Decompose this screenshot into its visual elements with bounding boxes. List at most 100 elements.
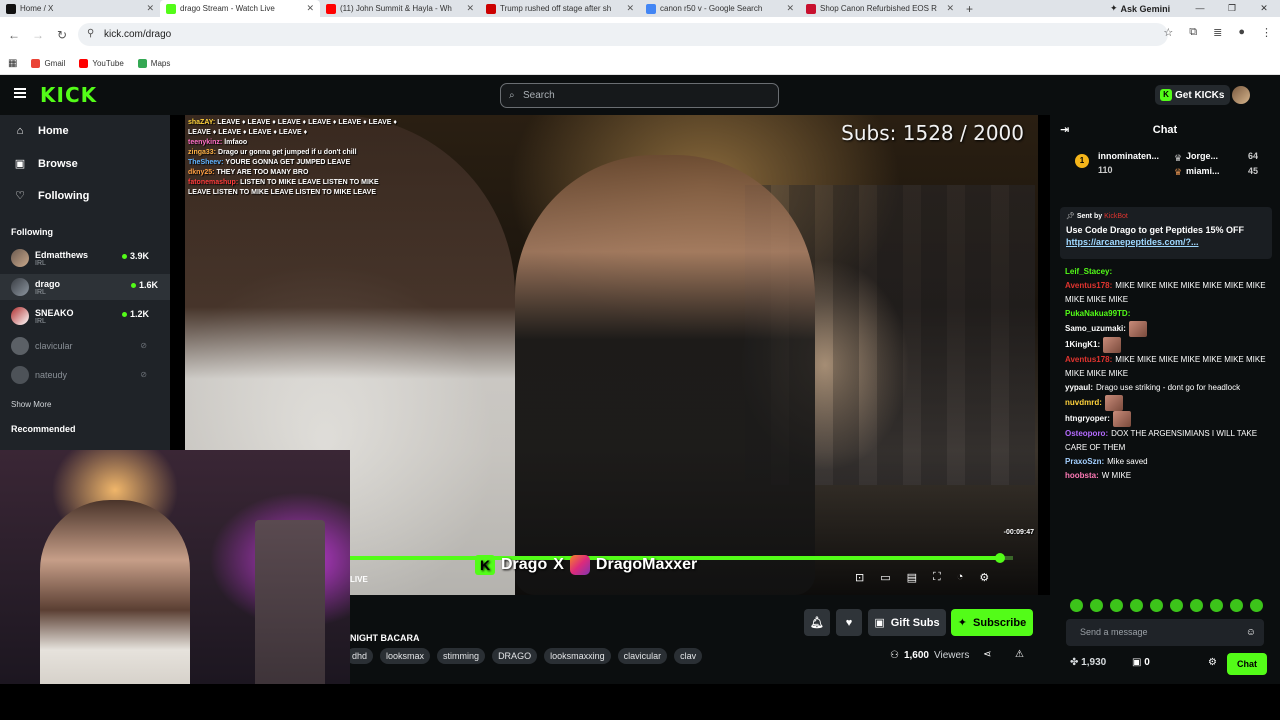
kick-logo[interactable]: KICK [40, 83, 97, 107]
sidebar-channel-clavicular[interactable]: clavicular ⊘ [11, 333, 161, 359]
browser-tab[interactable]: canon r50 v - Google Search ✕ [640, 0, 800, 17]
nav-browse[interactable]: ▣ Browse [14, 157, 78, 171]
close-tab-icon[interactable]: ✕ [306, 3, 314, 14]
fullscreen-icon[interactable]: ⛶ [933, 571, 941, 584]
show-more-link[interactable]: Show More [11, 400, 51, 409]
forward-icon[interactable]: → [26, 28, 50, 42]
close-tab-icon[interactable]: ✕ [626, 3, 634, 14]
leader-name[interactable]: innominaten... [1098, 151, 1159, 161]
emote-icon[interactable] [1250, 599, 1263, 612]
playback-rate-icon[interactable]: ◔ [957, 571, 964, 584]
tag[interactable]: clavicular [617, 648, 668, 664]
chat-username[interactable]: 1KingK1: [1065, 340, 1100, 349]
collapse-chat-icon[interactable]: ⇥ [1060, 115, 1069, 145]
tag[interactable]: looksmaxxing [544, 648, 611, 664]
emote-icon[interactable] [1070, 599, 1083, 612]
emote-icon[interactable] [1110, 599, 1123, 612]
emote-icon[interactable] [1090, 599, 1103, 612]
new-tab-button[interactable]: + [960, 2, 979, 16]
bookmark-gmail[interactable]: Gmail [31, 58, 65, 68]
picture-in-picture-icon[interactable]: ▤ [907, 571, 917, 584]
close-tab-icon[interactable]: ✕ [466, 3, 474, 14]
chat-username[interactable]: htngryoper: [1065, 414, 1110, 423]
bookmark-youtube[interactable]: YouTube [79, 58, 124, 68]
sidebar-channel-sneako[interactable]: SNEAKO IRL 1.2K [11, 303, 161, 329]
tag[interactable]: clav [674, 648, 703, 664]
theater-mode-icon[interactable]: ▭ [880, 571, 890, 584]
live-indicator[interactable]: LIVE [350, 575, 368, 584]
cast-icon[interactable]: ⧉ [1189, 26, 1197, 39]
hamburger-menu-icon[interactable] [14, 88, 26, 98]
notification-bell-button[interactable]: 🔔︎ [804, 609, 830, 636]
subscribe-button[interactable]: ✦ Subscribe [951, 609, 1033, 636]
seek-bar-handle[interactable] [994, 553, 1005, 563]
gift-subs-button[interactable]: ▣ Gift Subs [868, 609, 946, 636]
pinned-message[interactable]: 📌︎ Sent by KickBot Use Code Drago to get… [1060, 207, 1272, 259]
emote-icon[interactable] [1130, 599, 1143, 612]
chat-username[interactable]: yypaul: [1065, 383, 1093, 392]
url-field[interactable]: ⚲ kick.com/drago [78, 23, 1168, 46]
nav-following[interactable]: ♡ Following [14, 189, 89, 203]
restore-icon[interactable]: ❐ [1216, 0, 1248, 17]
sidebar-channel-drago[interactable]: drago IRL 1.6K [0, 274, 170, 300]
follow-heart-button[interactable]: ♥ [836, 609, 862, 636]
chat-username[interactable]: PraxoSzn: [1065, 457, 1104, 466]
share-icon[interactable]: ⋖ [983, 649, 991, 660]
chat-username[interactable]: nuvdmrd: [1065, 398, 1102, 407]
minimize-icon[interactable]: — [1184, 0, 1216, 17]
close-window-icon[interactable]: ✕ [1248, 0, 1280, 17]
pinned-link[interactable]: https://arcanepeptides.com/?... [1066, 237, 1199, 247]
tag[interactable]: looksmax [380, 648, 431, 664]
browser-tab[interactable]: Home / X ✕ [0, 0, 160, 17]
chat-username[interactable]: Aventus178: [1065, 281, 1112, 290]
emote-icon[interactable] [1150, 599, 1163, 612]
chat-username[interactable]: Leif_Stacey: [1065, 267, 1112, 276]
emote-icon[interactable] [1190, 599, 1203, 612]
user-avatar[interactable] [1232, 86, 1250, 104]
tag[interactable]: stimming [437, 648, 486, 664]
emote-icon[interactable] [1170, 599, 1183, 612]
nav-home[interactable]: ⌂ Home [14, 125, 69, 137]
bookmark-star-icon[interactable]: ☆ [1163, 26, 1173, 39]
reload-icon[interactable]: ↻ [50, 28, 74, 42]
apps-grid-icon[interactable]: ▦ [8, 58, 17, 69]
close-tab-icon[interactable]: ✕ [786, 3, 794, 14]
emote-icon[interactable] [1230, 599, 1243, 612]
leader-name[interactable]: miami... [1186, 166, 1220, 176]
chat-username[interactable]: hoobsta: [1065, 471, 1099, 480]
close-tab-icon[interactable]: ✕ [946, 3, 954, 14]
browser-tab[interactable]: Shop Canon Refurbished EOS R ✕ [800, 0, 960, 17]
settings-gear-icon[interactable]: ⚙ [979, 571, 989, 584]
close-tab-icon[interactable]: ✕ [146, 3, 154, 14]
channel-points[interactable]: ✤ 1,930 [1070, 657, 1106, 668]
reading-list-icon[interactable]: ≣ [1213, 26, 1222, 39]
browser-tab[interactable]: Trump rushed off stage after sh ✕ [480, 0, 640, 17]
browser-tab[interactable]: (11) John Summit & Hayla - Wh ✕ [320, 0, 480, 17]
sidebar-channel-edmatthews[interactable]: Edmatthews IRL 3.9K [11, 245, 161, 271]
chat-username[interactable]: Osteoporo: [1065, 429, 1108, 438]
clip-icon[interactable]: ⊡ [855, 571, 864, 584]
send-chat-button[interactable]: Chat [1227, 653, 1267, 675]
chat-username[interactable]: Samo_uzumaki: [1065, 324, 1126, 333]
sidebar-channel-nateudy[interactable]: nateudy ⊘ [11, 362, 161, 388]
chat-settings-icon[interactable]: ⚙ [1208, 657, 1217, 668]
chat-username[interactable]: Aventus178: [1065, 355, 1112, 364]
emote-icon[interactable] [1210, 599, 1223, 612]
report-icon[interactable]: ⚠ [1015, 649, 1024, 660]
profile-avatar-icon[interactable]: ● [1238, 26, 1245, 39]
leader-name[interactable]: Jorge... [1186, 151, 1218, 161]
chat-username[interactable]: PukaNakua99TD: [1065, 309, 1130, 318]
browser-tab-active[interactable]: drago Stream - Watch Live ✕ [160, 0, 320, 17]
chat-message-input[interactable]: Send a message ☺ [1066, 619, 1264, 646]
back-icon[interactable]: ← [2, 28, 26, 42]
gift-counter[interactable]: ▣ 0 [1132, 657, 1150, 668]
search-input[interactable]: ⌕ Search [500, 83, 779, 108]
site-info-icon[interactable]: ⚲ [87, 28, 94, 39]
ask-gemini-button[interactable]: ✦ Ask Gemini [1104, 2, 1176, 15]
emoji-picker-icon[interactable]: ☺ [1246, 619, 1256, 646]
get-kicks-button[interactable]: K Get KICKs [1155, 85, 1231, 105]
bookmark-maps[interactable]: Maps [137, 58, 170, 68]
tag[interactable]: DRAGO [492, 648, 538, 664]
menu-kebab-icon[interactable]: ⋮ [1261, 26, 1272, 39]
tag[interactable]: dhd [346, 648, 374, 664]
